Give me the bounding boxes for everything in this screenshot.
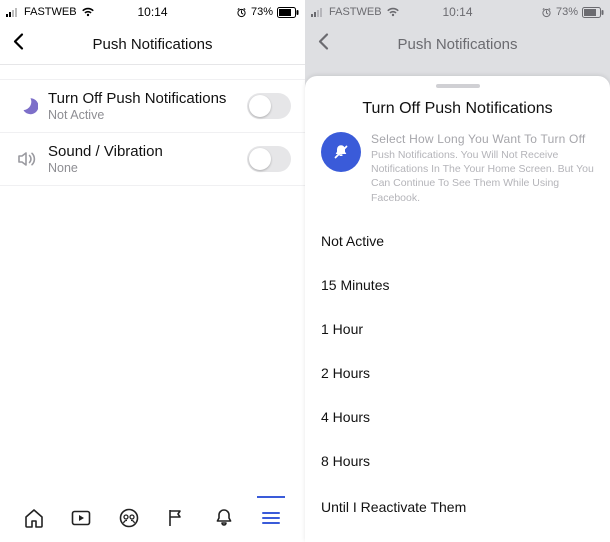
sheet-handle[interactable] bbox=[436, 84, 480, 88]
screenshot-left: FASTWEB 10:14 73% Push Notifications bbox=[0, 0, 305, 542]
duration-sheet: Turn Off Push Notifications Select How L… bbox=[305, 76, 610, 542]
row-title: Sound / Vibration bbox=[48, 143, 247, 160]
play-square-icon bbox=[69, 506, 93, 530]
option-15-minutes[interactable]: 15 Minutes bbox=[305, 263, 610, 307]
status-bar: FASTWEB 10:14 73% bbox=[0, 0, 305, 24]
flag-icon bbox=[164, 506, 188, 530]
option-not-active[interactable]: Not Active bbox=[305, 219, 610, 263]
sheet-info-head: Select How Long You Want To Turn Off bbox=[371, 132, 594, 146]
sheet-info-body: Push Notifications. You Will Not Receive… bbox=[371, 148, 594, 205]
back-button[interactable] bbox=[10, 33, 28, 56]
moon-icon bbox=[16, 95, 38, 117]
sheet-title: Turn Off Push Notifications bbox=[305, 100, 610, 118]
nav-header: Push Notifications bbox=[0, 24, 305, 64]
row-subtitle: Not Active bbox=[48, 108, 247, 122]
nav-flag[interactable] bbox=[160, 502, 192, 534]
row-turn-off-push[interactable]: Turn Off Push Notifications Not Active bbox=[0, 79, 305, 133]
hamburger-icon bbox=[259, 506, 283, 530]
option-1-hour[interactable]: 1 Hour bbox=[305, 307, 610, 351]
screenshot-right: FASTWEB 10:14 73% Push Notifications Tur… bbox=[305, 0, 610, 542]
status-bar: FASTWEB 10:14 73% bbox=[305, 0, 610, 24]
group-icon bbox=[117, 506, 141, 530]
home-icon bbox=[22, 506, 46, 530]
speaker-icon bbox=[16, 148, 38, 170]
bottom-nav bbox=[0, 502, 305, 534]
option-2-hours[interactable]: 2 Hours bbox=[305, 351, 610, 395]
clock-label: 10:14 bbox=[0, 5, 305, 19]
nav-header: Push Notifications bbox=[305, 24, 610, 64]
nav-bell[interactable] bbox=[208, 502, 240, 534]
row-subtitle: None bbox=[48, 161, 247, 175]
chevron-left-icon bbox=[315, 33, 333, 51]
back-button[interactable] bbox=[315, 33, 333, 56]
settings-list: Turn Off Push Notifications Not Active S… bbox=[0, 79, 305, 186]
nav-home[interactable] bbox=[18, 502, 50, 534]
option-4-hours[interactable]: 4 Hours bbox=[305, 395, 610, 439]
page-title: Push Notifications bbox=[92, 36, 212, 53]
sheet-info: Select How Long You Want To Turn Off Pus… bbox=[305, 132, 610, 219]
nav-video[interactable] bbox=[65, 502, 97, 534]
toggle-turn-off-push[interactable] bbox=[247, 93, 291, 119]
page-title: Push Notifications bbox=[397, 36, 517, 53]
nav-menu[interactable] bbox=[255, 502, 287, 534]
toggle-sound-vibration[interactable] bbox=[247, 146, 291, 172]
bell-off-avatar bbox=[321, 132, 361, 172]
option-until-reactivate[interactable]: Until I Reactivate Them bbox=[305, 483, 610, 531]
nav-groups[interactable] bbox=[113, 502, 145, 534]
chevron-left-icon bbox=[10, 33, 28, 51]
bell-off-icon bbox=[331, 142, 351, 162]
row-sound-vibration[interactable]: Sound / Vibration None bbox=[0, 133, 305, 186]
clock-label: 10:14 bbox=[305, 5, 610, 19]
bell-icon bbox=[212, 506, 236, 530]
row-title: Turn Off Push Notifications bbox=[48, 90, 247, 107]
option-8-hours[interactable]: 8 Hours bbox=[305, 439, 610, 483]
